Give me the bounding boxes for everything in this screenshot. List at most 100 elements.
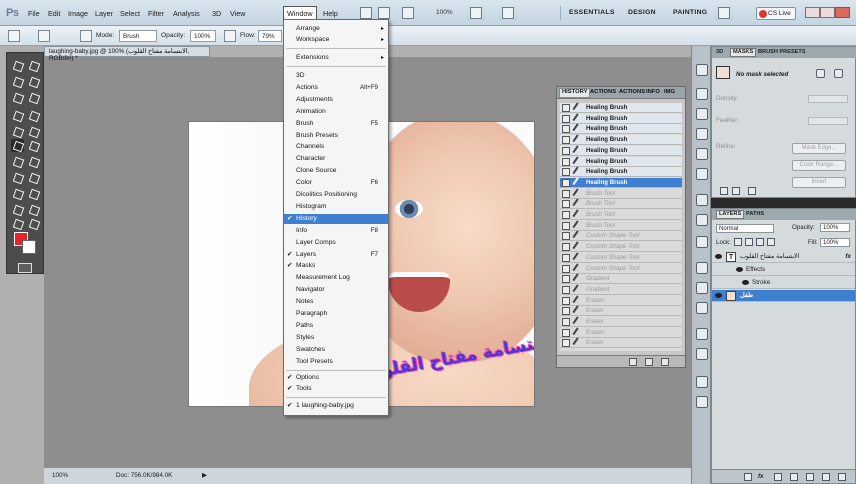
blend-mode-select[interactable]: Normal xyxy=(716,224,774,233)
history-step[interactable]: Healing Brush xyxy=(560,177,682,189)
layer-row-text[interactable]: T الابتسامة مفتاح القلوب fx xyxy=(712,251,855,263)
brush-panel-icon[interactable] xyxy=(696,262,708,274)
bridge-icon[interactable] xyxy=(360,7,372,19)
history-brush-source-icon[interactable] xyxy=(562,125,570,134)
quick-mask-icon[interactable] xyxy=(18,263,32,273)
info-panel-icon[interactable] xyxy=(696,376,708,388)
paragraph-panel-icon[interactable] xyxy=(696,348,708,360)
trash-icon[interactable] xyxy=(661,358,669,366)
menu-item-panel[interactable]: Styles xyxy=(284,333,388,343)
menu-select[interactable]: Select xyxy=(120,9,140,18)
history-step[interactable]: Gradient xyxy=(560,284,682,296)
menu-item-tools[interactable]: ✔ Tools xyxy=(284,384,388,394)
layer-row-baby[interactable]: طفل xyxy=(712,290,855,302)
menu-item-panel[interactable]: Clone Source xyxy=(284,166,388,176)
fill-field[interactable]: 100% xyxy=(820,238,850,247)
history-brush-source-icon[interactable] xyxy=(562,157,570,166)
history-step[interactable]: Eraser xyxy=(560,316,682,328)
shape-tool-icon[interactable] xyxy=(27,187,40,200)
minimize-button[interactable] xyxy=(805,7,820,18)
menu-item-panel[interactable]: ✔ Masks xyxy=(284,261,388,271)
tab-info[interactable]: INFO xyxy=(646,89,660,95)
history-panel-icon[interactable] xyxy=(696,64,708,76)
history-brush-source-icon[interactable] xyxy=(562,211,570,219)
history-step[interactable]: Eraser xyxy=(560,305,682,317)
density-field[interactable] xyxy=(808,95,848,103)
history-brush-source-icon[interactable] xyxy=(562,243,570,252)
new-group-icon[interactable] xyxy=(806,473,814,481)
dodge-tool-icon[interactable] xyxy=(27,155,40,168)
menu-item-extensions[interactable]: Extensions ▸ xyxy=(284,53,388,63)
menu-item-panel[interactable]: ✔ Layers F7 xyxy=(284,250,388,260)
menu-item-panel[interactable]: Histogram xyxy=(284,202,388,212)
lock-position-icon[interactable] xyxy=(756,238,764,246)
marquee-tool-icon[interactable] xyxy=(27,59,40,72)
brush-tool-icon[interactable] xyxy=(27,109,40,122)
history-brush-source-icon[interactable] xyxy=(562,114,570,123)
swatches-panel-icon[interactable] xyxy=(696,214,708,226)
feather-field[interactable] xyxy=(808,117,848,125)
load-selection-icon[interactable] xyxy=(720,187,728,195)
history-step[interactable]: Gradient xyxy=(560,273,682,285)
document-tab[interactable]: laughing-baby.jpg @ 100% (الابتسامة مفتا… xyxy=(44,46,210,62)
menu-item-arrange[interactable]: Arrange ▸ xyxy=(284,24,388,34)
layer-row-stroke[interactable]: Stroke xyxy=(712,277,855,289)
add-style-icon[interactable]: fx xyxy=(758,473,764,480)
visibility-eye-icon[interactable] xyxy=(715,254,722,259)
opacity-field[interactable]: 100% xyxy=(190,30,216,42)
menu-item-panel[interactable]: Navigator xyxy=(284,285,388,295)
tab-3d[interactable]: 3D xyxy=(716,49,723,55)
clone-stamp-tool-icon[interactable] xyxy=(11,125,24,138)
menu-item-panel[interactable]: Notes xyxy=(284,297,388,307)
history-brush-source-icon[interactable] xyxy=(562,339,570,348)
visibility-eye-icon[interactable] xyxy=(715,293,722,298)
history-step[interactable]: Brush Tool xyxy=(560,188,682,200)
tab-actions-2[interactable]: ACTIONS xyxy=(619,89,645,95)
visibility-eye-icon[interactable] xyxy=(736,267,743,272)
flow-field[interactable]: 79% xyxy=(258,30,282,42)
new-layer-icon[interactable] xyxy=(822,473,830,481)
menu-item-panel[interactable]: Layer Comps xyxy=(284,238,388,248)
menu-item-panel[interactable]: Actions Alt+F9 xyxy=(284,83,388,93)
history-step[interactable]: Custom Shape Tool xyxy=(560,262,682,275)
history-step[interactable]: Custom Shape Tool xyxy=(560,252,682,264)
history-step[interactable]: Eraser xyxy=(560,327,682,339)
menu-3d[interactable]: 3D xyxy=(212,9,221,18)
new-document-from-state-icon[interactable] xyxy=(629,358,637,366)
arrange-documents-icon[interactable] xyxy=(470,7,482,19)
tab-history[interactable]: HISTORY xyxy=(559,88,591,98)
histogram-panel-icon[interactable] xyxy=(696,148,708,160)
menu-item-panel[interactable]: Swatches xyxy=(284,345,388,355)
status-zoom[interactable]: 100% xyxy=(52,472,68,479)
history-brush-source-icon[interactable] xyxy=(562,318,570,326)
link-layers-icon[interactable] xyxy=(744,473,752,481)
color-range-button[interactable]: Color Range... xyxy=(792,160,846,171)
zoom-tool-icon[interactable] xyxy=(27,217,40,230)
background-color-swatch[interactable] xyxy=(22,240,36,254)
apply-mask-icon[interactable] xyxy=(732,187,740,195)
move-tool-icon[interactable] xyxy=(11,59,24,72)
history-step[interactable]: Brush Tool xyxy=(560,198,682,210)
history-brush-source-icon[interactable] xyxy=(562,307,570,316)
pixel-mask-icon[interactable] xyxy=(816,69,825,78)
lock-image-icon[interactable] xyxy=(745,238,753,246)
lock-all-icon[interactable] xyxy=(767,238,775,246)
fx-icon[interactable]: fx xyxy=(845,251,851,263)
adjustment-layer-icon[interactable] xyxy=(790,473,798,481)
channels-panel-icon[interactable] xyxy=(696,194,708,206)
type-tool-icon[interactable] xyxy=(27,171,40,184)
quick-select-tool-icon[interactable] xyxy=(27,75,40,88)
tool-presets-panel-icon[interactable] xyxy=(696,302,708,314)
delete-mask-icon[interactable] xyxy=(748,187,756,195)
workspace-design[interactable]: DESIGN xyxy=(628,9,656,16)
invert-button[interactable]: Invert xyxy=(792,177,846,188)
menu-item-panel[interactable]: Dicolitics Positioning xyxy=(284,190,388,200)
more-workspaces-icon[interactable] xyxy=(718,7,730,19)
hand-tool-icon[interactable] xyxy=(11,217,24,230)
cs-live-button[interactable]: CS Live xyxy=(756,7,796,20)
menu-edit[interactable]: Edit xyxy=(48,9,60,18)
zoom-level-dropdown[interactable]: 100% xyxy=(436,9,453,16)
history-brush-source-icon[interactable] xyxy=(562,296,570,305)
gradient-tool-icon[interactable] xyxy=(27,139,40,152)
history-brush-source-icon[interactable] xyxy=(562,253,570,262)
